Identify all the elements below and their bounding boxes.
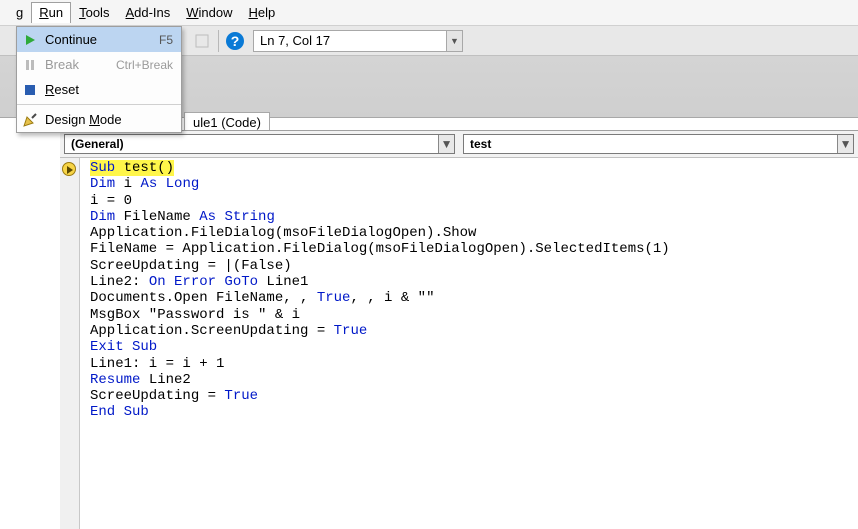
design-mode-icon bbox=[21, 111, 39, 129]
break-shortcut: Ctrl+Break bbox=[116, 58, 173, 72]
current-line-marker-icon bbox=[62, 162, 76, 176]
toolbar-separator bbox=[218, 30, 219, 52]
menu-partial: g bbox=[8, 2, 31, 23]
reset-icon bbox=[21, 81, 39, 99]
help-icon[interactable]: ? bbox=[224, 30, 246, 52]
menubar: g Run Tools Add-Ins Window Help bbox=[0, 0, 858, 26]
toolbar-disabled-button bbox=[191, 30, 213, 52]
reset-label: Reset bbox=[45, 82, 173, 97]
menu-help[interactable]: Help bbox=[241, 2, 284, 23]
code-window: (General) ▼ test ▼ Sub test() Dim i As L… bbox=[60, 130, 858, 529]
procedure-combo-value: test bbox=[464, 137, 837, 151]
break-icon bbox=[21, 56, 39, 74]
object-combo-value: (General) bbox=[65, 137, 438, 151]
run-dropdown: Continue F5 Break Ctrl+Break Reset Desig… bbox=[16, 26, 182, 133]
code-editor[interactable]: Sub test() Dim i As Long i = 0 Dim FileN… bbox=[84, 158, 858, 529]
menu-run[interactable]: Run bbox=[31, 2, 71, 23]
menu-item-break: Break Ctrl+Break bbox=[17, 52, 181, 77]
menu-separator bbox=[17, 104, 181, 105]
chevron-down-icon[interactable]: ▼ bbox=[446, 31, 462, 51]
design-mode-label: Design Mode bbox=[45, 112, 173, 127]
continue-shortcut: F5 bbox=[159, 33, 173, 47]
procedure-combo[interactable]: test ▼ bbox=[463, 134, 854, 154]
chevron-down-icon[interactable]: ▼ bbox=[438, 135, 454, 153]
menu-window[interactable]: Window bbox=[178, 2, 240, 23]
menu-item-continue[interactable]: Continue F5 bbox=[17, 27, 181, 52]
cursor-position-text: Ln 7, Col 17 bbox=[254, 33, 446, 48]
continue-icon bbox=[21, 31, 39, 49]
menu-item-reset[interactable]: Reset bbox=[17, 77, 181, 102]
continue-label: Continue bbox=[45, 32, 153, 47]
break-label: Break bbox=[45, 57, 110, 72]
object-combo[interactable]: (General) ▼ bbox=[64, 134, 455, 154]
menu-addins[interactable]: Add-Ins bbox=[117, 2, 178, 23]
combo-row: (General) ▼ test ▼ bbox=[60, 131, 858, 158]
chevron-down-icon[interactable]: ▼ bbox=[837, 135, 853, 153]
menu-tools[interactable]: Tools bbox=[71, 2, 117, 23]
code-gutter bbox=[60, 158, 80, 529]
cursor-position-combo[interactable]: Ln 7, Col 17 ▼ bbox=[253, 30, 463, 52]
menu-item-design-mode[interactable]: Design Mode bbox=[17, 107, 181, 132]
